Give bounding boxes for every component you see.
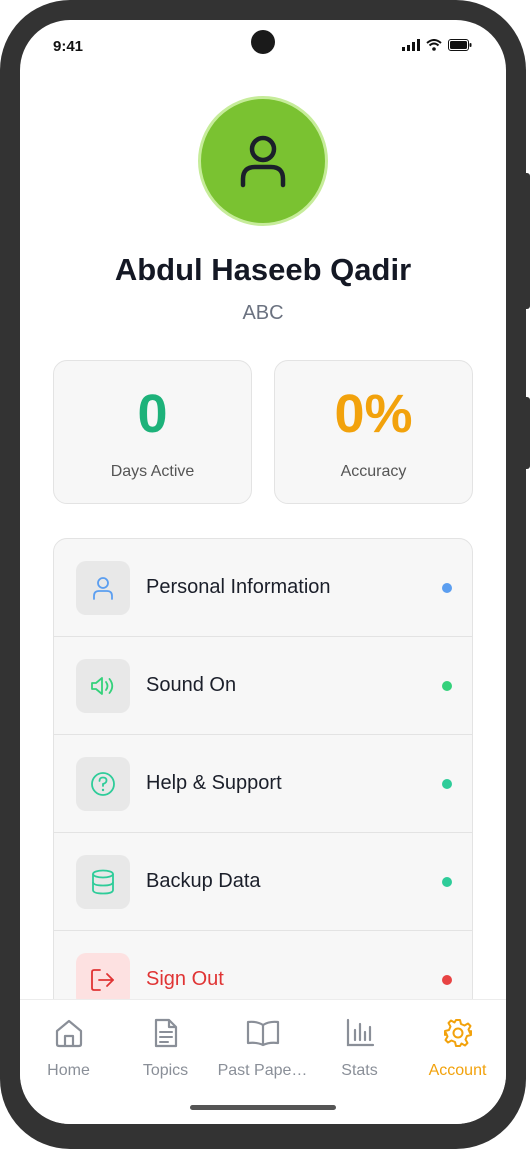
status-dot bbox=[442, 681, 452, 691]
speaker-icon bbox=[91, 677, 114, 695]
battery-icon bbox=[448, 39, 472, 51]
menu-item-personal-information[interactable]: Personal Information bbox=[54, 539, 472, 637]
menu-icon-box bbox=[76, 855, 130, 909]
status-time: 9:41 bbox=[53, 38, 84, 55]
help-circle-icon bbox=[91, 772, 115, 796]
menu-label: Backup Data bbox=[146, 870, 261, 892]
book-open-icon bbox=[246, 1020, 279, 1047]
signal-icon bbox=[402, 39, 420, 51]
stat-value: 0 bbox=[137, 384, 168, 444]
avatar[interactable] bbox=[198, 96, 328, 226]
nav-home[interactable]: Home bbox=[20, 1016, 117, 1080]
status-dot bbox=[442, 583, 452, 593]
logout-icon bbox=[91, 969, 114, 991]
stat-value: 0% bbox=[334, 384, 413, 444]
menu-item-backup-data[interactable]: Backup Data bbox=[54, 833, 472, 931]
settings-menu: Personal Information Sound On Help & Sup… bbox=[53, 538, 473, 1058]
home-indicator[interactable] bbox=[190, 1105, 336, 1110]
nav-account[interactable]: Account bbox=[409, 1016, 506, 1080]
menu-label: Personal Information bbox=[146, 576, 331, 598]
menu-label: Sound On bbox=[146, 674, 237, 696]
screen: 9:41 Abdul Haseeb Qadir ABC 0 Days Activ… bbox=[20, 20, 506, 1124]
wifi-icon bbox=[426, 39, 442, 51]
status-dot bbox=[442, 779, 452, 789]
status-dot bbox=[442, 975, 452, 985]
user-icon bbox=[240, 135, 286, 188]
nav-label: Topics bbox=[142, 1062, 189, 1079]
nav-label: Past Pape… bbox=[217, 1062, 308, 1079]
user-icon bbox=[93, 577, 113, 600]
user-name: Abdul Haseeb Qadir bbox=[114, 252, 412, 287]
nav-topics[interactable]: Topics bbox=[117, 1016, 214, 1080]
document-icon bbox=[154, 1018, 177, 1048]
stat-card-days-active: 0 Days Active bbox=[53, 360, 252, 504]
status-dot bbox=[442, 877, 452, 887]
menu-icon-box bbox=[76, 561, 130, 615]
user-subtitle: ABC bbox=[242, 302, 284, 324]
bar-chart-icon bbox=[346, 1018, 374, 1047]
gear-icon bbox=[443, 1019, 472, 1047]
side-button-volume bbox=[522, 173, 530, 309]
stat-label: Accuracy bbox=[340, 463, 407, 480]
menu-label: Help & Support bbox=[146, 772, 282, 794]
front-camera bbox=[251, 30, 275, 54]
home-icon bbox=[55, 1019, 82, 1048]
nav-label: Account bbox=[428, 1062, 487, 1079]
nav-stats[interactable]: Stats bbox=[311, 1016, 408, 1080]
menu-item-sound[interactable]: Sound On bbox=[54, 637, 472, 735]
status-icons bbox=[402, 39, 472, 51]
stat-card-accuracy: 0% Accuracy bbox=[274, 360, 473, 504]
nav-past-papers[interactable]: Past Pape… bbox=[214, 1016, 311, 1080]
database-icon bbox=[92, 869, 114, 895]
nav-label: Home bbox=[47, 1062, 90, 1079]
side-button-power bbox=[522, 397, 530, 469]
menu-label: Sign Out bbox=[146, 968, 224, 990]
stat-label: Days Active bbox=[110, 463, 195, 480]
menu-icon-box bbox=[76, 659, 130, 713]
nav-label: Stats bbox=[341, 1062, 378, 1079]
menu-icon-box bbox=[76, 757, 130, 811]
menu-item-help-support[interactable]: Help & Support bbox=[54, 735, 472, 833]
